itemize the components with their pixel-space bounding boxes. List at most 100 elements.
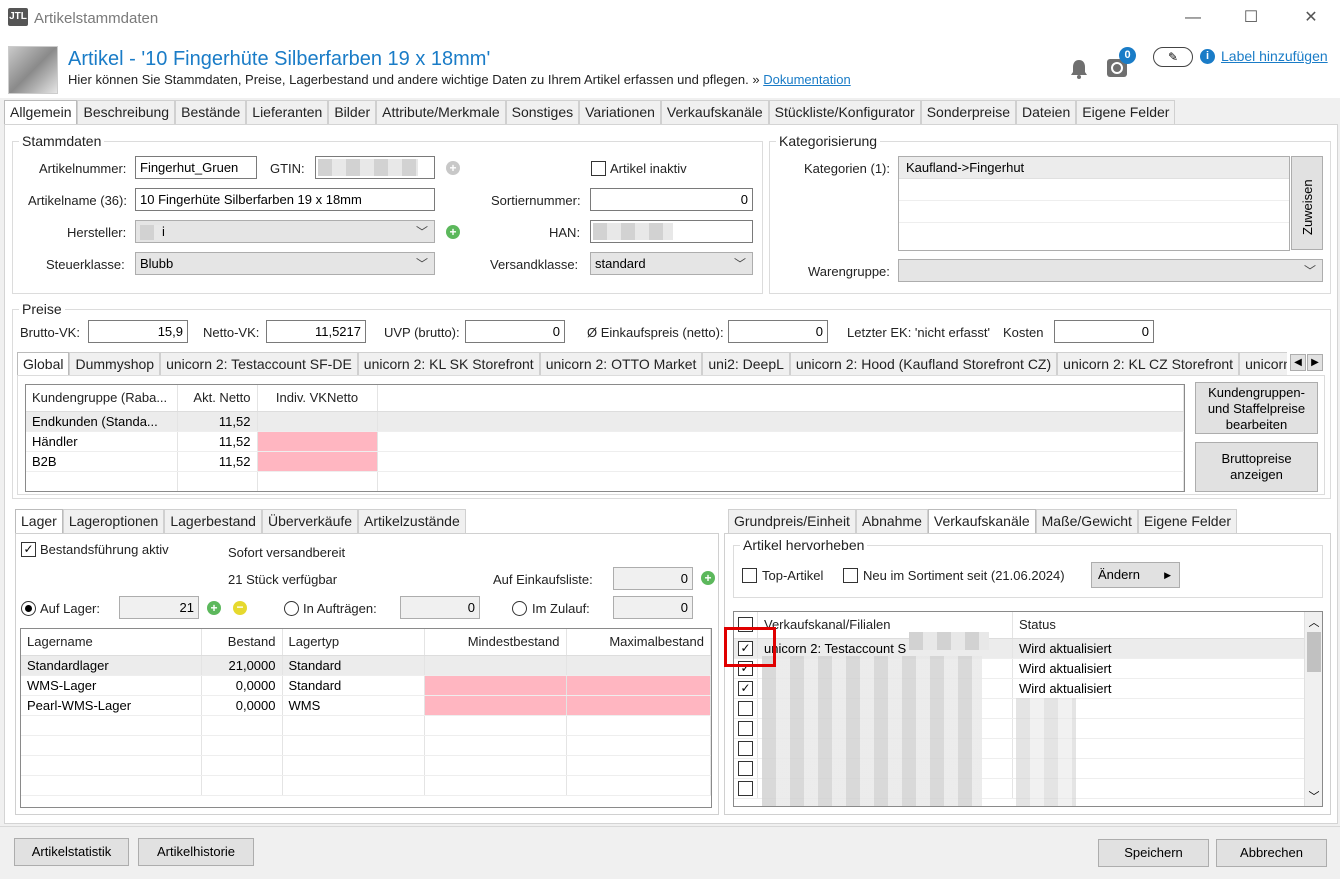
staffelpreise-button[interactable]: Kundengruppen- und Staffelpreise bearbei… (1195, 382, 1318, 434)
row-checkbox[interactable] (738, 720, 753, 736)
tab-global[interactable]: Global (17, 352, 70, 376)
in-auftraegen-field[interactable]: 0 (400, 596, 480, 619)
gtin-add-icon[interactable]: + (446, 161, 460, 175)
col-lagername[interactable]: Lagername (21, 629, 202, 656)
lager-plus-icon[interactable]: + (207, 601, 221, 615)
tab-vk-eigene-felder[interactable]: Eigene Felder (1137, 509, 1238, 533)
tab-artikelzustaende[interactable]: Artikelzustände (358, 509, 466, 533)
tab-sonstiges[interactable]: Sonstiges (505, 100, 580, 124)
han-field[interactable] (590, 220, 753, 243)
hersteller-add-icon[interactable]: + (446, 225, 460, 239)
kundengruppen-grid[interactable]: Kundengruppe (Raba... Akt. Netto Indiv. VK… (25, 384, 1185, 492)
verkaufskanaele-grid[interactable]: Verkaufskanal/Filialen Status ✓ unicorn 2:… (733, 611, 1323, 807)
scroll-up-icon[interactable]: ︿ (1305, 614, 1322, 630)
netto-vk-field[interactable]: 11,5217 (266, 320, 366, 343)
tab-lager[interactable]: Lager (15, 509, 63, 534)
sortiernummer-field[interactable]: 0 (590, 188, 753, 211)
kategorien-list[interactable]: Kaufland->Fingerhut (898, 156, 1290, 251)
tab-lagerbestand[interactable]: Lagerbestand (164, 509, 262, 533)
steuerklasse-select[interactable]: Blubb ﹀ (135, 252, 435, 275)
artikel-inaktiv-checkbox[interactable] (591, 161, 606, 176)
scrollbar-thumb[interactable] (1307, 632, 1321, 672)
kosten-field[interactable]: 0 (1054, 320, 1154, 343)
tab-stueckliste[interactable]: Stückliste/Konfigurator (768, 100, 921, 124)
row-checkbox[interactable] (738, 740, 753, 756)
tab-deepl[interactable]: uni2: DeepL (702, 352, 790, 376)
documentation-link[interactable]: Dokumentation (763, 72, 850, 87)
scroll-down-icon[interactable]: ﹀ (1305, 788, 1322, 804)
table-row[interactable]: Standardlager 21,0000 Standard (21, 655, 711, 676)
table-row[interactable]: ✓ unicorn 2: Testaccount S Wird aktualisie… (734, 638, 1322, 659)
einkaufspreis-field[interactable]: 0 (728, 320, 828, 343)
auf-lager-radio[interactable] (21, 601, 36, 616)
table-row[interactable]: WMS-Lager 0,0000 Standard (21, 675, 711, 696)
tab-abnahme[interactable]: Abnahme (855, 509, 928, 533)
tab-lieferanten[interactable]: Lieferanten (246, 100, 329, 124)
tab-ueberverkaeufe[interactable]: Überverkäufe (261, 509, 359, 533)
table-row[interactable]: B2B 11,52 (26, 451, 1184, 472)
table-row[interactable]: Händler 11,52 (26, 431, 1184, 452)
cell-maximalbestand[interactable] (566, 695, 711, 716)
row-checkbox[interactable] (738, 780, 753, 796)
col-maximalbestand[interactable]: Maximalbestand (566, 629, 711, 656)
im-zulauf-field[interactable]: 0 (613, 596, 693, 619)
tab-kl-cz[interactable]: unicorn 2: KL CZ Storefront (1057, 352, 1240, 376)
artikelstatistik-button[interactable]: Artikelstatistik (14, 838, 129, 866)
bruttopreise-button[interactable]: Bruttopreise anzeigen (1195, 442, 1318, 492)
artikelhistorie-button[interactable]: Artikelhistorie (138, 838, 254, 866)
hersteller-select[interactable]: i ﹀ (135, 220, 435, 243)
tab-grundpreis[interactable]: Grundpreis/Einheit (728, 509, 856, 533)
tab-kl-sk[interactable]: unicorn 2: KL SK Storefront (357, 352, 540, 376)
tab-bilder[interactable]: Bilder (328, 100, 377, 124)
einkaufsliste-field[interactable]: 0 (613, 567, 693, 590)
tab-scroll-left-icon[interactable]: ◀ (1290, 354, 1306, 371)
col-lagertyp[interactable]: Lagertyp (282, 629, 425, 656)
tab-dummyshop[interactable]: Dummyshop (69, 352, 161, 376)
tab-otto[interactable]: unicorn 2: OTTO Market (539, 352, 703, 376)
tab-allgemein[interactable]: Allgemein (4, 100, 78, 125)
einkaufsliste-add-icon[interactable]: + (701, 571, 715, 585)
col-indiv-vknetto[interactable]: Indiv. VKNetto (257, 385, 378, 412)
tab-scroll-right-icon[interactable]: ▶ (1307, 354, 1323, 371)
tab-masse-gewicht[interactable]: Maße/Gewicht (1035, 509, 1138, 533)
im-zulauf-radio[interactable] (512, 601, 527, 616)
versandklasse-select[interactable]: standard ﹀ (590, 252, 753, 275)
tab-attribute[interactable]: Attribute/Merkmale (376, 100, 506, 124)
add-label-link[interactable]: Label hinzufügen (1221, 48, 1328, 64)
warengruppe-select[interactable]: ﹀ (898, 259, 1323, 282)
artikelname-field[interactable]: 10 Fingerhüte Silberfarben 19 x 18mm (135, 188, 435, 211)
cell-indiv[interactable] (257, 451, 378, 472)
bell-icon[interactable] (1068, 58, 1090, 80)
table-row[interactable]: Pearl-WMS-Lager 0,0000 WMS (21, 695, 711, 716)
close-button[interactable]: ✕ (1288, 4, 1334, 32)
neu-im-sortiment-checkbox[interactable] (843, 568, 858, 583)
bestandsfuehrung-checkbox[interactable]: ✓ (21, 542, 36, 557)
vertical-scrollbar[interactable]: ︿ ﹀ (1304, 612, 1322, 806)
speichern-button[interactable]: Speichern (1098, 839, 1209, 867)
col-status[interactable]: Status (1012, 612, 1322, 639)
cell-mindestbestand[interactable] (424, 675, 567, 696)
row-checkbox[interactable]: ✓ (738, 680, 753, 696)
tab-vk-verkaufskanaele[interactable]: Verkaufskanäle (927, 509, 1036, 534)
tab-verkaufskanaele[interactable]: Verkaufskanäle (660, 100, 769, 124)
col-akt-netto[interactable]: Akt. Netto (177, 385, 258, 412)
tab-beschreibung[interactable]: Beschreibung (77, 100, 176, 124)
brutto-vk-field[interactable]: 15,9 (88, 320, 188, 343)
lager-grid[interactable]: Lagername Bestand Lagertyp Mindestbestand Ma… (20, 628, 712, 808)
artikelnummer-field[interactable]: Fingerhut_Gruen (135, 156, 257, 179)
abbrechen-button[interactable]: Abbrechen (1216, 839, 1327, 867)
tab-hood[interactable]: unicorn 2: Hood (Kaufland Storefront CZ) (789, 352, 1058, 376)
aendern-button[interactable]: Ändern ▶ (1091, 562, 1180, 588)
tab-bestaende[interactable]: Bestände (175, 100, 247, 124)
col-mindestbestand[interactable]: Mindestbestand (424, 629, 567, 656)
table-row[interactable]: Endkunden (Standa... 11,52 (26, 411, 1184, 432)
uvp-field[interactable]: 0 (465, 320, 565, 343)
cell-mindestbestand[interactable] (424, 695, 567, 716)
auf-lager-field[interactable]: 21 (119, 596, 199, 619)
cell-indiv[interactable] (257, 431, 378, 452)
tab-manoman[interactable]: unicorn 2: ManoMan (1239, 352, 1287, 376)
tab-eigene-felder[interactable]: Eigene Felder (1076, 100, 1176, 124)
lager-minus-icon[interactable]: − (233, 601, 247, 615)
edit-icon[interactable]: ✎ (1153, 47, 1193, 67)
tab-lageroptionen[interactable]: Lageroptionen (62, 509, 165, 533)
